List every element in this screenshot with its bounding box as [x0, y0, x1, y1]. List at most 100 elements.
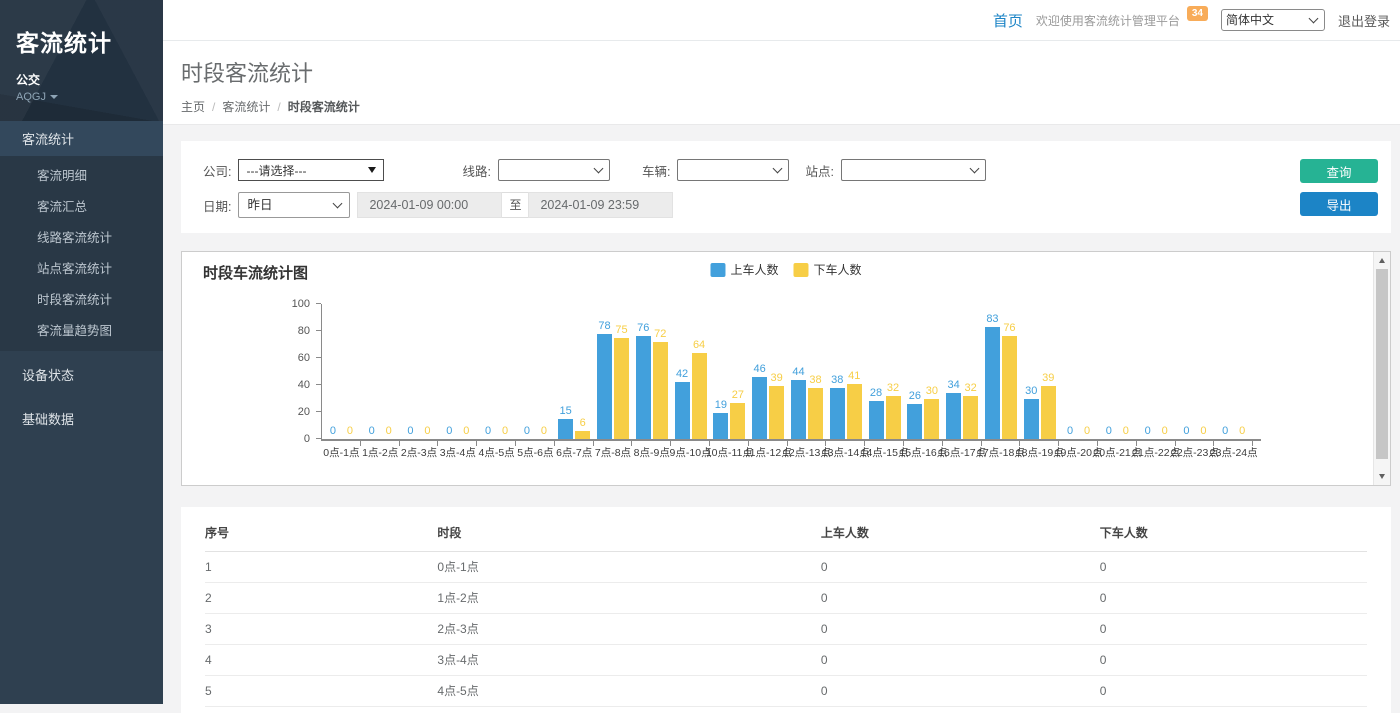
bar-column: 44 — [791, 304, 806, 439]
station-select[interactable] — [841, 159, 986, 181]
table-cell: 0 — [1100, 676, 1367, 707]
breadcrumb: 主页/客流统计/时段客流统计 — [181, 98, 1400, 115]
bar-column: 38 — [830, 304, 845, 439]
breadcrumb-item-客流统计[interactable]: 客流统计 — [222, 98, 270, 115]
bar-column: 0 — [442, 304, 457, 439]
date-to-input[interactable]: 2024-01-09 23:59 — [528, 192, 673, 218]
bar-group-11点-12点: 463911点-12点 — [749, 304, 788, 439]
bar-value-label: 0 — [1183, 425, 1189, 437]
table-cell: 3 — [205, 614, 437, 645]
bar-column: 0 — [1063, 304, 1078, 439]
bar-value-label: 39 — [771, 372, 783, 384]
bar-column: 0 — [481, 304, 496, 439]
table-row: 10点-1点00 — [205, 552, 1367, 583]
bar-column: 19 — [713, 304, 728, 439]
bar-上车人数 — [869, 401, 884, 439]
bar-column: 0 — [1235, 304, 1250, 439]
scrollbar-up-arrow[interactable] — [1374, 253, 1390, 268]
bar-value-label: 30 — [926, 385, 938, 397]
sidebar-item-客流明细[interactable]: 客流明细 — [0, 159, 163, 190]
bar-group-2点-3点: 002点-3点 — [400, 304, 439, 439]
bar-value-label: 6 — [580, 417, 586, 429]
logout-link[interactable]: 退出登录 — [1338, 11, 1390, 30]
sidebar-item-线路客流统计[interactable]: 线路客流统计 — [0, 221, 163, 252]
bar-下车人数 — [614, 338, 629, 439]
chart-panel: 时段车流统计图 上车人数下车人数 020406080100 000点-1点001… — [181, 251, 1391, 486]
bar-column: 15 — [558, 304, 573, 439]
bar-value-label: 0 — [1067, 425, 1073, 437]
bar-下车人数 — [575, 431, 590, 439]
bar-value-label: 19 — [715, 399, 727, 411]
company-select[interactable]: ---请选择--- — [238, 159, 384, 181]
bar-column: 0 — [498, 304, 513, 439]
bar-value-label: 0 — [1084, 425, 1090, 437]
legend-item-上车人数[interactable]: 上车人数 — [710, 261, 778, 278]
page-heading: 时段客流统计 主页/客流统计/时段客流统计 — [163, 41, 1400, 125]
scrollbar-thumb[interactable] — [1376, 269, 1388, 459]
table-cell: 5点-6点 — [437, 707, 820, 713]
bar-column: 0 — [1218, 304, 1233, 439]
breadcrumb-item-主页[interactable]: 主页 — [181, 98, 205, 115]
sidebar-item-客流量趋势图[interactable]: 客流量趋势图 — [0, 314, 163, 345]
x-axis-label: 23点-24点 — [1210, 445, 1258, 460]
sidebar-item-客流汇总[interactable]: 客流汇总 — [0, 190, 163, 221]
bar-上车人数 — [636, 336, 651, 439]
bar-value-label: 0 — [524, 425, 530, 437]
query-button[interactable]: 查询 — [1300, 159, 1378, 183]
line-select[interactable] — [498, 159, 610, 181]
language-select-wrap: 简体中文 — [1221, 9, 1325, 31]
bar-column: 38 — [808, 304, 823, 439]
filter-row-2: 日期: 昨日 2024-01-09 00:00 至 2024-01-09 23:… — [203, 192, 1391, 218]
bar-value-label: 32 — [887, 382, 899, 394]
language-select[interactable]: 简体中文 — [1221, 9, 1325, 31]
bar-group-22点-23点: 0022点-23点 — [1176, 304, 1215, 439]
scrollbar-down-arrow[interactable] — [1374, 469, 1390, 484]
bar-上车人数 — [830, 388, 845, 439]
legend-swatch-icon — [710, 263, 725, 277]
date-range-separator: 至 — [502, 192, 528, 218]
home-link[interactable]: 首页 — [993, 10, 1023, 31]
bar-value-label: 0 — [1123, 425, 1129, 437]
table-cell: 0 — [1100, 552, 1367, 583]
table-cell: 0 — [821, 645, 1100, 676]
bar-上车人数 — [1024, 399, 1039, 440]
sidebar-section-device-status[interactable]: 设备状态 — [0, 354, 163, 395]
bar-value-label: 0 — [386, 425, 392, 437]
notification-badge[interactable]: 34 — [1187, 6, 1208, 21]
legend-label: 下车人数 — [814, 261, 862, 278]
bar-column: 83 — [985, 304, 1000, 439]
bar-value-label: 38 — [831, 374, 843, 386]
sidebar-section-base-data[interactable]: 基础数据 — [0, 398, 163, 439]
bar-group-9点-10点: 42649点-10点 — [671, 304, 710, 439]
sidebar-item-时段客流统计[interactable]: 时段客流统计 — [0, 283, 163, 314]
date-from-input[interactable]: 2024-01-09 00:00 — [357, 192, 502, 218]
table-cell: 2 — [205, 583, 437, 614]
bar-下车人数 — [692, 353, 707, 439]
date-preset-select[interactable]: 昨日 — [238, 192, 350, 218]
sidebar-item-站点客流统计[interactable]: 站点客流统计 — [0, 252, 163, 283]
bar-下车人数 — [769, 386, 784, 439]
bar-value-label: 42 — [676, 368, 688, 380]
table-header-序号: 序号 — [205, 515, 437, 552]
org-code-label: AQGJ — [16, 91, 46, 103]
bar-column: 76 — [636, 304, 651, 439]
org-code-dropdown[interactable]: AQGJ — [16, 91, 149, 103]
bar-column: 28 — [869, 304, 884, 439]
table-row: 65点-6点00 — [205, 707, 1367, 713]
legend-item-下车人数[interactable]: 下车人数 — [794, 261, 862, 278]
sidebar-section-passenger-stats[interactable]: 客流统计 — [0, 121, 163, 156]
bar-column: 72 — [653, 304, 668, 439]
bar-column: 34 — [946, 304, 961, 439]
export-button[interactable]: 导出 — [1300, 192, 1378, 216]
bar-value-label: 34 — [948, 379, 960, 391]
vehicle-select[interactable] — [677, 159, 789, 181]
y-tick-label: 80 — [298, 325, 310, 337]
bar-value-label: 78 — [598, 320, 610, 332]
chart-scrollbar[interactable] — [1373, 252, 1390, 485]
bar-下车人数 — [924, 399, 939, 440]
bar-value-label: 44 — [792, 366, 804, 378]
bar-column: 0 — [1080, 304, 1095, 439]
bar-value-label: 0 — [1145, 425, 1151, 437]
x-axis-label: 6点-7点 — [556, 445, 592, 460]
table-cell: 0点-1点 — [437, 552, 820, 583]
